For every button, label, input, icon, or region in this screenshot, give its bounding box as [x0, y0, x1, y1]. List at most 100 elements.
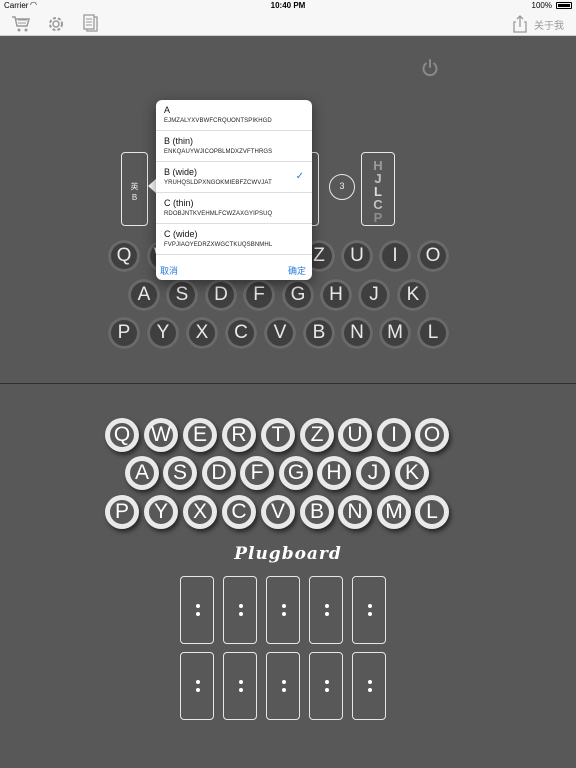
- plugboard-socket[interactable]: [180, 576, 214, 644]
- key-label: Q: [108, 421, 136, 449]
- rotor-wheel[interactable]: H J L C P: [361, 152, 395, 226]
- key-label: A: [128, 459, 156, 487]
- rotor-letter: J: [374, 171, 382, 186]
- lamp: H: [320, 279, 352, 311]
- clock: 10:40 PM: [270, 1, 306, 10]
- key[interactable]: O: [415, 418, 449, 452]
- reflector-option-c-wide[interactable]: C (wide) FVPJIAOYEDRZXWGCTKUQSBNMHL: [156, 224, 312, 255]
- plugboard-socket[interactable]: [266, 652, 300, 720]
- key[interactable]: I: [377, 418, 411, 452]
- key-label: S: [166, 459, 194, 487]
- key[interactable]: F: [240, 456, 274, 490]
- lamp: N: [341, 317, 373, 349]
- key-label: X: [186, 498, 214, 526]
- key-label: Y: [147, 498, 175, 526]
- key[interactable]: Q: [105, 418, 139, 452]
- key[interactable]: J: [356, 456, 390, 490]
- reflector-type-value: B: [131, 193, 138, 202]
- battery-percent: 100%: [531, 1, 552, 10]
- reflector-picker-popover: A EJMZALYXVBWFCRQUONTSPIKHGD B (thin) EN…: [156, 100, 312, 280]
- key-label: K: [398, 459, 426, 487]
- key[interactable]: K: [395, 456, 429, 490]
- lamp: K: [397, 279, 429, 311]
- rotor-position-indicator[interactable]: 3: [329, 174, 355, 200]
- reflector-selector[interactable]: 英 B: [121, 152, 148, 226]
- plugboard-socket[interactable]: [309, 576, 343, 644]
- reflector-option-b-wide[interactable]: B (wide) YRUHQSLDPXNGOKMIEBFZCWVJAT ✓: [156, 162, 312, 193]
- plugboard-socket[interactable]: [309, 652, 343, 720]
- about-link[interactable]: 关于我: [534, 17, 564, 32]
- key[interactable]: P: [105, 495, 139, 529]
- lamp: L: [417, 317, 449, 349]
- option-name: B (thin): [164, 136, 194, 146]
- reflector-option-c-thin[interactable]: C (thin) RDOBJNTKVEHMLFCWZAXGYIPSUQ: [156, 193, 312, 224]
- share-icon[interactable]: [510, 14, 530, 34]
- option-name: C (wide): [164, 229, 198, 239]
- key[interactable]: A: [125, 456, 159, 490]
- confirm-button[interactable]: 确定: [288, 264, 306, 277]
- lamp: G: [282, 279, 314, 311]
- key[interactable]: E: [183, 418, 217, 452]
- key[interactable]: T: [261, 418, 295, 452]
- key-label: O: [418, 421, 446, 449]
- status-bar: Carrier ◠ 10:40 PM 100%: [0, 0, 576, 12]
- key[interactable]: U: [338, 418, 372, 452]
- lamp: X: [186, 317, 218, 349]
- lamp: Y: [147, 317, 179, 349]
- key[interactable]: Y: [144, 495, 178, 529]
- key-label: P: [108, 498, 136, 526]
- option-wiring: EJMZALYXVBWFCRQUONTSPIKHGD: [164, 118, 272, 124]
- option-wiring: YRUHQSLDPXNGOKMIEBFZCWVJAT: [164, 180, 272, 186]
- power-icon[interactable]: [420, 58, 440, 78]
- key[interactable]: V: [261, 495, 295, 529]
- key[interactable]: B: [300, 495, 334, 529]
- cart-icon[interactable]: [11, 14, 31, 34]
- checkmark-icon: ✓: [295, 171, 304, 182]
- key[interactable]: M: [377, 495, 411, 529]
- key-label: J: [359, 459, 387, 487]
- plugboard-socket[interactable]: [223, 652, 257, 720]
- key-label: Z: [303, 421, 331, 449]
- option-wiring: ENKQAUYWJICOPBLMDXZVFTHRGS: [164, 149, 273, 155]
- key[interactable]: S: [163, 456, 197, 490]
- option-name: B (wide): [164, 167, 198, 177]
- plugboard-socket[interactable]: [352, 576, 386, 644]
- key-label: B: [303, 498, 331, 526]
- key[interactable]: N: [338, 495, 372, 529]
- battery-icon: [556, 2, 572, 9]
- plugboard-title: Plugboard: [234, 544, 342, 564]
- cancel-button[interactable]: 取消: [160, 264, 178, 277]
- plugboard-socket[interactable]: [266, 576, 300, 644]
- lamp: U: [341, 240, 373, 272]
- key-label: T: [264, 421, 292, 449]
- reflector-type-label: 英: [130, 182, 139, 191]
- key-label: E: [186, 421, 214, 449]
- plugboard-socket[interactable]: [352, 652, 386, 720]
- key-label: R: [225, 421, 253, 449]
- gear-icon[interactable]: [46, 14, 66, 34]
- key[interactable]: R: [222, 418, 256, 452]
- key[interactable]: G: [279, 456, 313, 490]
- key[interactable]: D: [202, 456, 236, 490]
- key[interactable]: L: [415, 495, 449, 529]
- plugboard-socket[interactable]: [180, 652, 214, 720]
- lamp: I: [379, 240, 411, 272]
- key[interactable]: W: [144, 418, 178, 452]
- key-label: U: [341, 421, 369, 449]
- reflector-option-b-thin[interactable]: B (thin) ENKQAUYWJICOPBLMDXZVFTHRGS: [156, 131, 312, 162]
- key-label: G: [282, 459, 310, 487]
- document-icon[interactable]: [81, 14, 101, 34]
- key[interactable]: X: [183, 495, 217, 529]
- key-label: L: [418, 498, 446, 526]
- lamp: F: [243, 279, 275, 311]
- key[interactable]: Z: [300, 418, 334, 452]
- lamp: D: [205, 279, 237, 311]
- lamp: B: [303, 317, 335, 349]
- key[interactable]: H: [317, 456, 351, 490]
- key[interactable]: C: [222, 495, 256, 529]
- key-label: N: [341, 498, 369, 526]
- reflector-option-a[interactable]: A EJMZALYXVBWFCRQUONTSPIKHGD: [156, 100, 312, 131]
- key-label: I: [380, 421, 408, 449]
- divider: [0, 383, 576, 384]
- plugboard-socket[interactable]: [223, 576, 257, 644]
